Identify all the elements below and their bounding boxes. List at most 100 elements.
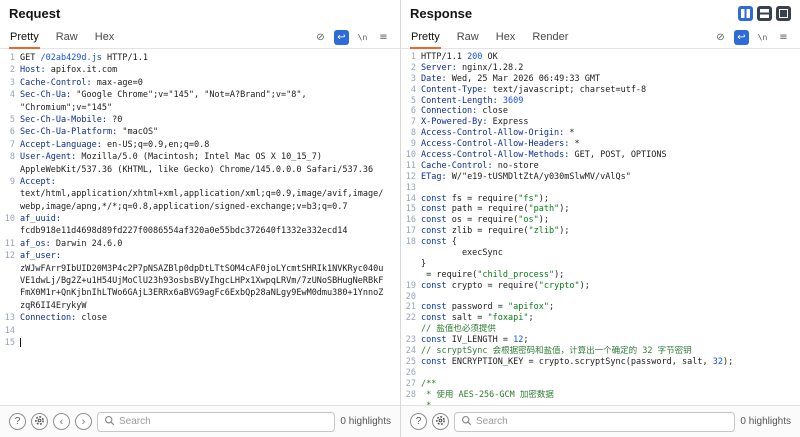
line-number (0, 164, 20, 176)
line-number: 8 (401, 128, 421, 139)
tab-render[interactable]: Render (531, 26, 569, 48)
line-number: 9 (401, 139, 421, 150)
line-number (0, 275, 20, 287)
code-line: 6Sec-Ch-Ua-Platform: "macOS" (0, 126, 400, 138)
line-number: 21 (401, 302, 421, 313)
chevron-right-icon: › (82, 416, 86, 428)
line-number: 18 (401, 237, 421, 248)
code-line: 6Connection: close (401, 106, 800, 117)
tab-hex[interactable]: Hex (495, 26, 517, 48)
tab-raw[interactable]: Raw (55, 26, 79, 48)
code-line: 4Content-Type: text/javascript; charset=… (401, 85, 800, 96)
code-line: 12af_user: (0, 250, 400, 262)
search-help-button[interactable]: ? (9, 413, 26, 430)
code-line: 5Sec-Ch-Ua-Mobile: ?0 (0, 114, 400, 126)
code-line: 10af_uuid: (0, 213, 400, 225)
line-number: 24 (401, 346, 421, 357)
line-number: 7 (0, 139, 20, 151)
gear-icon (435, 415, 446, 429)
line-number: 22 (401, 313, 421, 324)
code-line: 7Accept-Language: en-US;q=0.9,en;q=0.8 (0, 139, 400, 151)
line-number (0, 201, 20, 213)
code-line: 11Cache-Control: no-store (401, 161, 800, 172)
code-line: // 盐值也必须提供 (401, 324, 800, 335)
layout-side-by-side-button[interactable] (738, 6, 753, 21)
request-panel-header: Request (0, 0, 400, 26)
code-line: 9Accept: (0, 176, 400, 188)
code-line: VE1dwLj/Bg2Z+u1H54UjMoClU23h93osbsBVyIhg… (0, 275, 400, 287)
wrap-toggle-icon[interactable]: ↩ (334, 30, 349, 45)
line-number: 6 (401, 106, 421, 117)
code-line: 12ETag: W/"e19-tUSMDltZtA/y030mSlwMV/vAl… (401, 172, 800, 183)
code-line: fcdb918e11d4698d89fd227f0086554af320a0e5… (0, 225, 400, 237)
nonprinting-toggle-icon[interactable]: ⊘ (713, 30, 728, 45)
line-number: 13 (0, 312, 20, 324)
code-line: 22const salt = "foxapi"; (401, 313, 800, 324)
response-panel: Response PrettyRawHexRender ⊘↩\n≡ 1HTTP/… (400, 0, 800, 437)
text-caret (20, 338, 21, 347)
code-line: 21const password = "apifox"; (401, 302, 800, 313)
code-line: zWJwFArr9IbUID20M3P4c2P7pNSAZBlp0dpDtLTt… (0, 263, 400, 275)
search-settings-button[interactable] (31, 413, 48, 430)
code-line: 14const fs = require("fs"); (401, 194, 800, 205)
editor-menu-icon[interactable]: ≡ (776, 30, 791, 45)
nonprinting-toggle-icon[interactable]: ⊘ (313, 30, 328, 45)
request-search-input[interactable] (119, 416, 328, 427)
wrap-toggle-icon[interactable]: ↩ (734, 30, 749, 45)
layout-single-button[interactable] (776, 6, 791, 21)
tab-pretty[interactable]: Pretty (410, 26, 441, 48)
code-line: 9Access-Control-Allow-Headers: * (401, 139, 800, 150)
code-line: 1HTTP/1.1 200 OK (401, 52, 800, 63)
response-viewer[interactable]: 1HTTP/1.1 200 OK2Server: nginx/1.28.23Da… (401, 49, 800, 405)
tab-hex[interactable]: Hex (94, 26, 116, 48)
code-line: 20 (401, 292, 800, 303)
request-search-box (97, 412, 335, 432)
code-line: 1GET /02ab429d.js HTTP/1.1 (0, 52, 400, 64)
response-search-input[interactable] (476, 416, 728, 427)
line-number: 14 (401, 194, 421, 205)
newline-toggle-icon[interactable]: \n (755, 30, 770, 45)
code-line: 2Server: nginx/1.28.2 (401, 63, 800, 74)
code-line: 2Host: apifox.it.com (0, 64, 400, 76)
line-number: 19 (401, 281, 421, 292)
code-line: 7X-Powered-By: Express (401, 117, 800, 128)
next-match-button[interactable]: › (75, 413, 92, 430)
search-help-button[interactable]: ? (410, 413, 427, 430)
search-icon (461, 413, 472, 431)
question-icon: ? (15, 416, 21, 427)
line-number (401, 248, 421, 259)
code-line: webp,image/apng,*/*;q=0.8,application/si… (0, 201, 400, 213)
response-search-bar: ? 0 highlights (401, 405, 800, 437)
code-line: 5Content-Length: 3609 (401, 96, 800, 107)
line-number: 15 (401, 204, 421, 215)
search-icon (104, 413, 115, 431)
prev-match-button[interactable]: ‹ (53, 413, 70, 430)
line-number: 16 (401, 215, 421, 226)
search-settings-button[interactable] (432, 413, 449, 430)
http-message-viewer: Request Pretty Raw Hex ⊘ ↩ \n ≡ 1GET /02ab429… (0, 0, 800, 437)
line-number: 1 (401, 52, 421, 63)
line-number (401, 259, 421, 270)
code-line: } (401, 259, 800, 270)
code-line: 8User-Agent: Mozilla/5.0 (Macintosh; Int… (0, 151, 400, 163)
code-line: 28 * 使用 AES-256-GCM 加密数据 (401, 390, 800, 401)
line-number: 13 (401, 183, 421, 194)
line-number (401, 270, 421, 281)
newline-toggle-icon[interactable]: \n (355, 30, 370, 45)
line-number: 11 (0, 238, 20, 250)
code-line: 13Connection: close (0, 312, 400, 324)
line-number: 6 (0, 126, 20, 138)
tab-pretty[interactable]: Pretty (9, 26, 40, 48)
code-line: 4Sec-Ch-Ua: "Google Chrome";v="145", "No… (0, 89, 400, 101)
line-number: 11 (401, 161, 421, 172)
request-editor[interactable]: 1GET /02ab429d.js HTTP/1.12Host: apifox.… (0, 49, 400, 405)
line-number: 14 (0, 325, 20, 337)
line-number: 9 (0, 176, 20, 188)
line-number: 26 (401, 368, 421, 379)
tab-raw[interactable]: Raw (456, 26, 480, 48)
layout-top-bottom-button[interactable] (757, 6, 772, 21)
code-line: 19const crypto = require("crypto"); (401, 281, 800, 292)
editor-menu-icon[interactable]: ≡ (376, 30, 391, 45)
line-number: 23 (401, 335, 421, 346)
question-icon: ? (416, 416, 422, 427)
